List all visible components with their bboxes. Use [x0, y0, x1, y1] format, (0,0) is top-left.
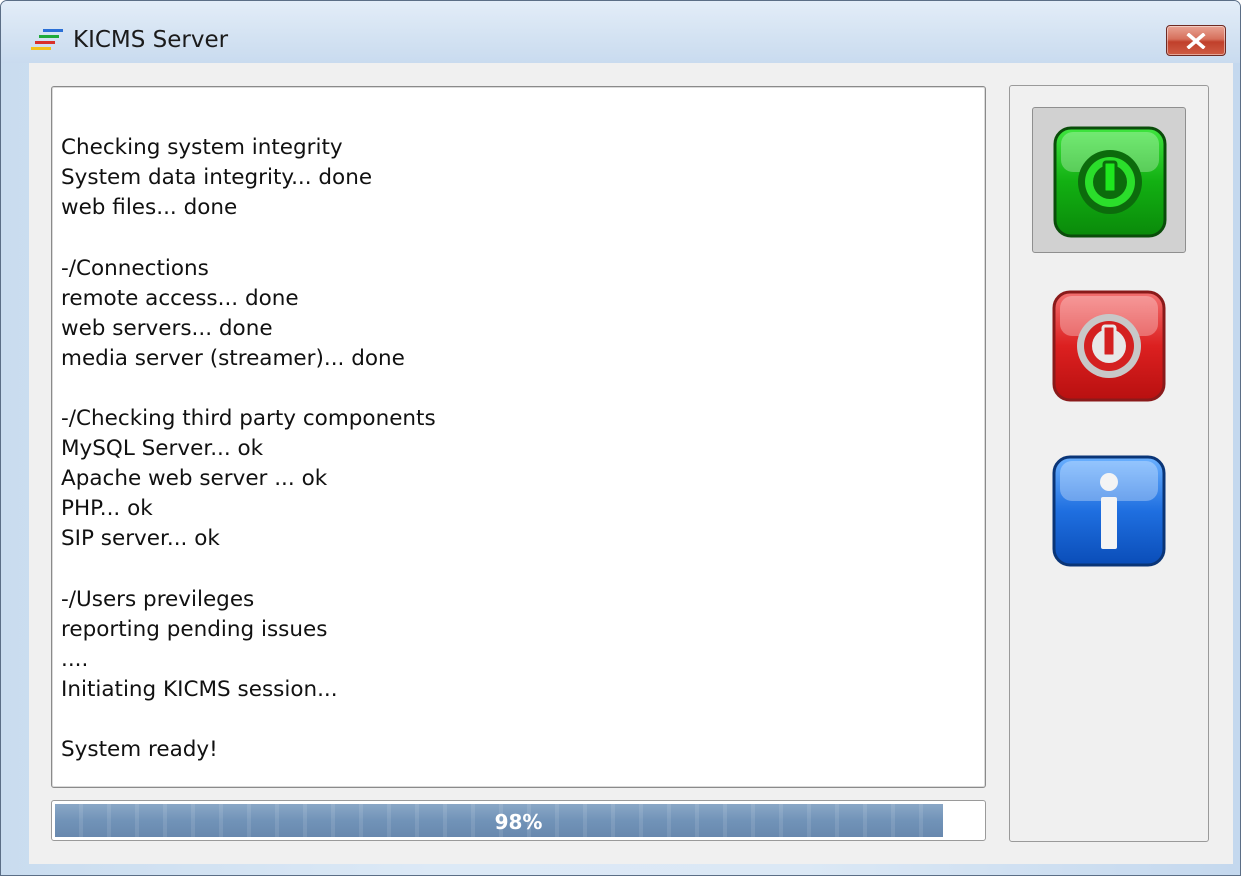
log-line: web files... done [61, 195, 238, 221]
stop-server-button[interactable] [1032, 272, 1186, 418]
log-line: System ready! [61, 737, 218, 763]
log-line: -/Users previleges [61, 586, 255, 612]
close-x-icon [1186, 32, 1206, 49]
info-button[interactable] [1032, 437, 1186, 583]
start-server-button[interactable] [1032, 107, 1186, 253]
power-on-icon [1053, 126, 1167, 238]
progress-label: 98% [494, 810, 543, 834]
progress-bar: 98% [51, 800, 986, 841]
log-line: reporting pending issues [61, 616, 328, 642]
close-button[interactable] [1166, 25, 1226, 56]
log-line: media server (streamer)... done [61, 345, 405, 371]
side-panel [1009, 85, 1209, 842]
log-line: MySQL Server... ok [61, 436, 264, 462]
info-icon [1052, 455, 1166, 567]
log-line: PHP... ok [61, 496, 153, 522]
log-line: System data integrity... done [61, 165, 373, 191]
log-line: -/Checking third party components [61, 406, 436, 431]
log-line: -/Connections [61, 255, 209, 281]
title-bar[interactable]: KICMS Server [1, 1, 1240, 63]
kicms-server-window: KICMS Server Checking system integrity Sy… [0, 0, 1241, 876]
log-line: Apache web server ... ok [61, 466, 328, 492]
log-line: SIP server... ok [61, 526, 220, 552]
log-line: remote access... done [61, 285, 299, 311]
window-title: KICMS Server [73, 27, 229, 53]
log-line: Checking system integrity [61, 135, 343, 161]
app-logo-icon [31, 29, 63, 50]
log-line: Initiating KICMS session... [61, 676, 338, 702]
log-line: .... [61, 646, 89, 672]
power-off-icon [1052, 290, 1166, 402]
client-area: Checking system integrity System data int… [29, 63, 1233, 864]
log-output[interactable]: Checking system integrity System data int… [51, 86, 986, 788]
log-line: web servers... done [61, 315, 273, 341]
